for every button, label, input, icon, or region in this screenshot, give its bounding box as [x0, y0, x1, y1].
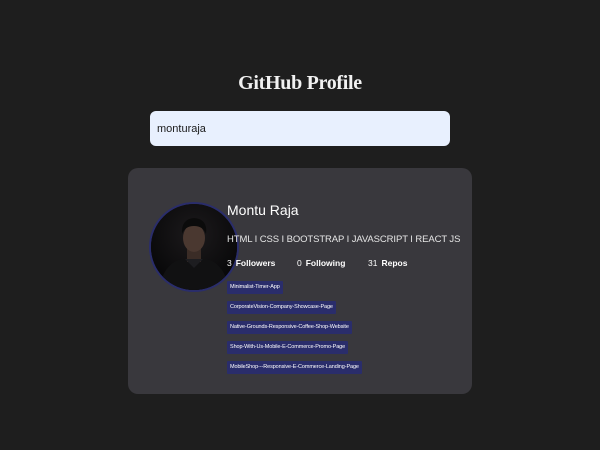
avatar	[149, 202, 239, 292]
stat-value: 3	[227, 258, 232, 268]
stat-label: Followers	[235, 258, 276, 268]
profile-card: Montu Raja HTML I CSS I BOOTSTRAP I JAVA…	[128, 168, 472, 394]
stat-value: 31	[368, 258, 378, 268]
stat-label: Following	[305, 258, 346, 268]
stat-followers: 3 Followers	[227, 258, 275, 268]
stat-repos: 31 Repos	[368, 258, 407, 268]
profile-bio: HTML I CSS I BOOTSTRAP I JAVASCRIPT I RE…	[227, 234, 461, 245]
repo-list: Minimalist-Timer-App CorporateVision-Com…	[227, 281, 467, 381]
page-title: GitHub Profile	[238, 72, 362, 94]
repo-link[interactable]: Shop-With-Us-Mobile-E-Commerce-Promo-Pag…	[227, 341, 349, 354]
repo-link[interactable]: Minimalist-Timer-App	[227, 281, 283, 294]
stat-label: Repos	[381, 258, 408, 268]
repo-link[interactable]: CorporateVision-Company-Showcase-Page	[227, 301, 336, 314]
profile-name: Montu Raja	[227, 202, 299, 218]
repo-link[interactable]: MobileShop---Responsive-E-Commerce-Landi…	[227, 361, 362, 374]
repo-link[interactable]: Native-Grounds-Responsive-Coffee-Shop-We…	[227, 321, 352, 334]
search-input[interactable]	[150, 111, 450, 146]
stat-value: 0	[297, 258, 302, 268]
stat-following: 0 Following	[297, 258, 345, 268]
